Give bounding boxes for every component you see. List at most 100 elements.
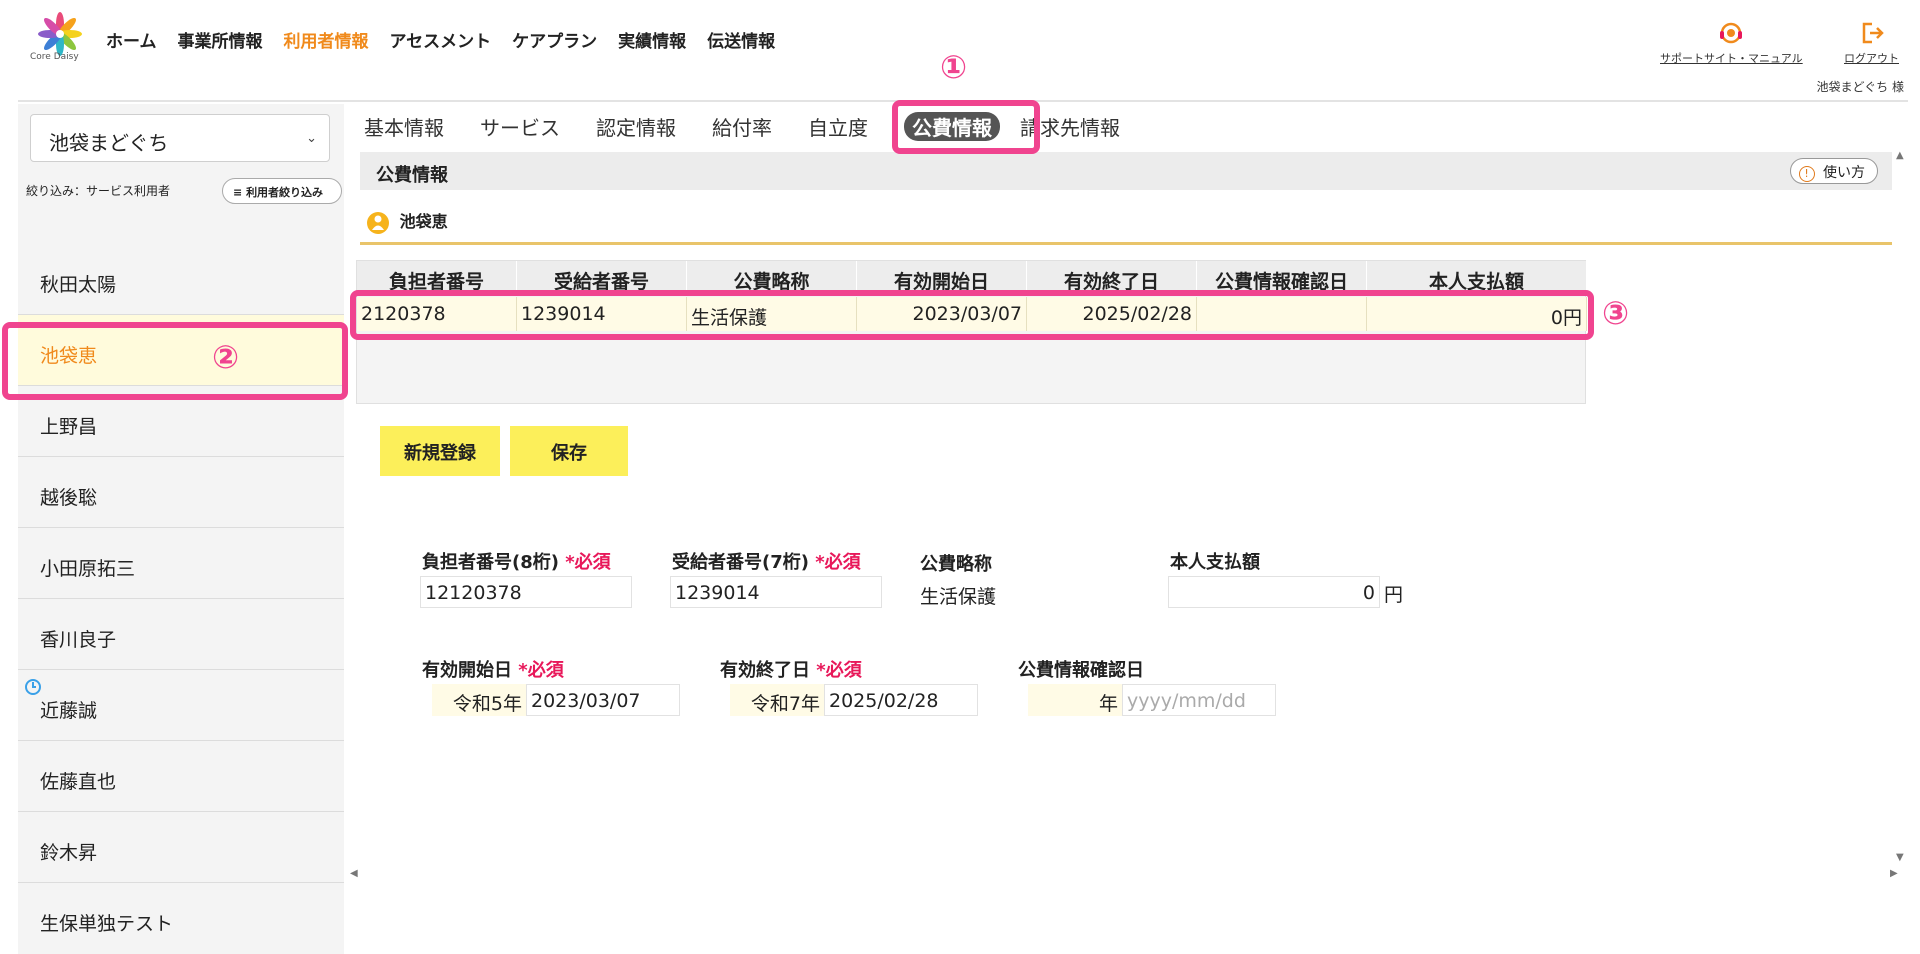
tab-benefit-rate[interactable]: 給付率 [712,112,772,141]
user-list-item[interactable]: 秋田太陽 [18,244,344,315]
nav-assessment[interactable]: アセスメント [390,27,492,52]
nav-transmission[interactable]: 伝送情報 [707,27,775,52]
user-list-item[interactable]: 小田原拓三 [18,528,344,599]
highlight-box-1 [892,100,1040,154]
tab-certification[interactable]: 認定情報 [596,112,676,141]
user-name: 小田原拓三 [40,558,136,580]
user-name: 秋田太陽 [40,274,117,296]
tab-independence[interactable]: 自立度 [808,112,868,141]
logout-link-label: ログアウト [1844,52,1899,65]
user-list-item[interactable]: 近藤誠 [18,670,344,741]
required-mark: *必須 [815,552,861,573]
label-text: 有効開始日 [422,660,512,681]
help-button-label: 使い方 [1823,165,1865,181]
person-name: 池袋恵 [399,212,448,231]
abbreviation-label: 公費略称 [920,554,992,575]
filter-row: 絞り込み：サービス利用者 ≡ 利用者絞り込み [26,178,356,206]
start-date-label: 有効開始日 *必須 [422,656,564,682]
scroll-up-arrow[interactable]: ▲ [1896,150,1904,161]
filter-icon: ≡ [233,186,243,199]
user-name: 香川良子 [40,629,117,651]
confirm-date-input[interactable]: yyyy/mm/dd [1122,684,1276,716]
confirm-era: 年 [1028,684,1122,716]
new-register-button[interactable]: 新規登録 [380,426,500,476]
end-era: 令和7年 [730,684,824,716]
highlight-box-3 [350,290,1594,340]
payment-unit: 円 [1384,584,1404,606]
user-name: 生保単独テスト [40,913,174,935]
person-icon [367,211,389,234]
user-list-item[interactable]: 鈴木昇 [18,812,344,883]
payment-input[interactable]: 0 [1168,576,1380,608]
scroll-down-arrow[interactable]: ▼ [1896,852,1904,863]
user-name: 近藤誠 [40,700,98,722]
user-list-item[interactable]: 越後聡 [18,457,344,528]
label-text: 有効終了日 [720,660,810,681]
recipient-number-label: 受給者番号(7桁) *必須 [672,548,861,574]
payer-number-input[interactable]: 12120378 [420,576,632,608]
required-mark: *必須 [565,552,611,573]
user-list-item[interactable]: 生保単独テスト [18,883,344,954]
support-link-label: サポートサイト・マニュアル [1660,52,1803,65]
scroll-right-arrow[interactable]: ▶ [1890,868,1898,879]
logout-link[interactable]: ログアウト [1844,20,1899,66]
nav-office-info[interactable]: 事業所情報 [178,27,263,52]
label-text: 負担者番号(8桁) [422,552,559,573]
user-filter-button[interactable]: ≡ 利用者絞り込み [222,178,342,204]
col-header[interactable]: 負担者番号 [357,261,517,293]
support-link[interactable]: サポートサイト・マニュアル [1660,20,1803,66]
clock-icon [25,679,41,695]
abbreviation-value: 生活保護 [920,586,997,608]
headset-icon [1720,22,1743,44]
panel-title-bar: 公費情報 ! 使い方 [360,152,1892,190]
scroll-left-arrow[interactable]: ◀ [350,868,358,879]
office-select[interactable]: 池袋まどぐち ⌄ [30,114,330,162]
col-header[interactable]: 受給者番号 [517,261,687,293]
user-name: 越後聡 [40,487,98,509]
user-list-item[interactable]: 佐藤直也 [18,741,344,812]
user-name: 上野昌 [40,416,98,438]
global-nav: ホーム 事業所情報 利用者情報 アセスメント ケアプラン 実績情報 伝送情報 [106,27,796,52]
nav-results[interactable]: 実績情報 [618,27,686,52]
recipient-number-input[interactable]: 1239014 [670,576,882,608]
end-date-input[interactable]: 2025/02/28 [824,684,978,716]
user-list-item[interactable]: 香川良子 [18,599,344,670]
nav-home[interactable]: ホーム [106,27,157,52]
nav-care-plan[interactable]: ケアプラン [512,27,597,52]
nav-user-info[interactable]: 利用者情報 [284,27,369,52]
col-header[interactable]: 有効終了日 [1027,261,1197,293]
user-filter-button-label: 利用者絞り込み [246,186,324,199]
start-era: 令和5年 [432,684,526,716]
sidebar: 池袋まどぐち ⌄ 絞り込み：サービス利用者 ≡ 利用者絞り込み 秋田太陽 池袋恵… [18,104,344,954]
end-date-label: 有効終了日 *必須 [720,656,862,682]
grid-header-row: 負担者番号 受給者番号 公費略称 有効開始日 有効終了日 公費情報確認日 本人支… [357,261,1587,293]
required-mark: *必須 [816,660,862,681]
office-select-value: 池袋まどぐち [49,131,169,155]
annotation-number-3: ③ [1602,294,1630,332]
tab-basic-info[interactable]: 基本情報 [364,112,444,141]
annotation-number-2: ② [212,338,240,376]
chevron-down-icon: ⌄ [306,131,317,146]
col-header[interactable]: 有効開始日 [857,261,1027,293]
help-button[interactable]: ! 使い方 [1789,158,1878,184]
col-header[interactable]: 公費情報確認日 [1197,261,1367,293]
panel-title: 公費情報 [376,165,448,186]
col-header[interactable]: 公費略称 [687,261,857,293]
gold-divider [360,242,1892,245]
logout-icon [1862,22,1884,44]
label-text: 受給者番号(7桁) [672,552,809,573]
required-mark: *必須 [518,660,564,681]
payment-label: 本人支払額 [1170,552,1260,573]
tab-service[interactable]: サービス [480,112,560,141]
filter-label: 絞り込み：サービス利用者 [26,184,171,198]
person-header: 池袋恵 [366,208,448,235]
col-header[interactable]: 本人支払額 [1367,261,1587,293]
save-button[interactable]: 保存 [510,426,628,476]
start-date-input[interactable]: 2023/03/07 [526,684,680,716]
logged-in-user: 池袋まどぐち 様 [1816,80,1904,94]
payer-number-label: 負担者番号(8桁) *必須 [422,548,611,574]
highlight-box-2 [2,322,348,400]
user-name: 鈴木昇 [40,842,98,864]
confirm-date-label: 公費情報確認日 [1018,660,1144,681]
info-icon: ! [1798,166,1815,182]
